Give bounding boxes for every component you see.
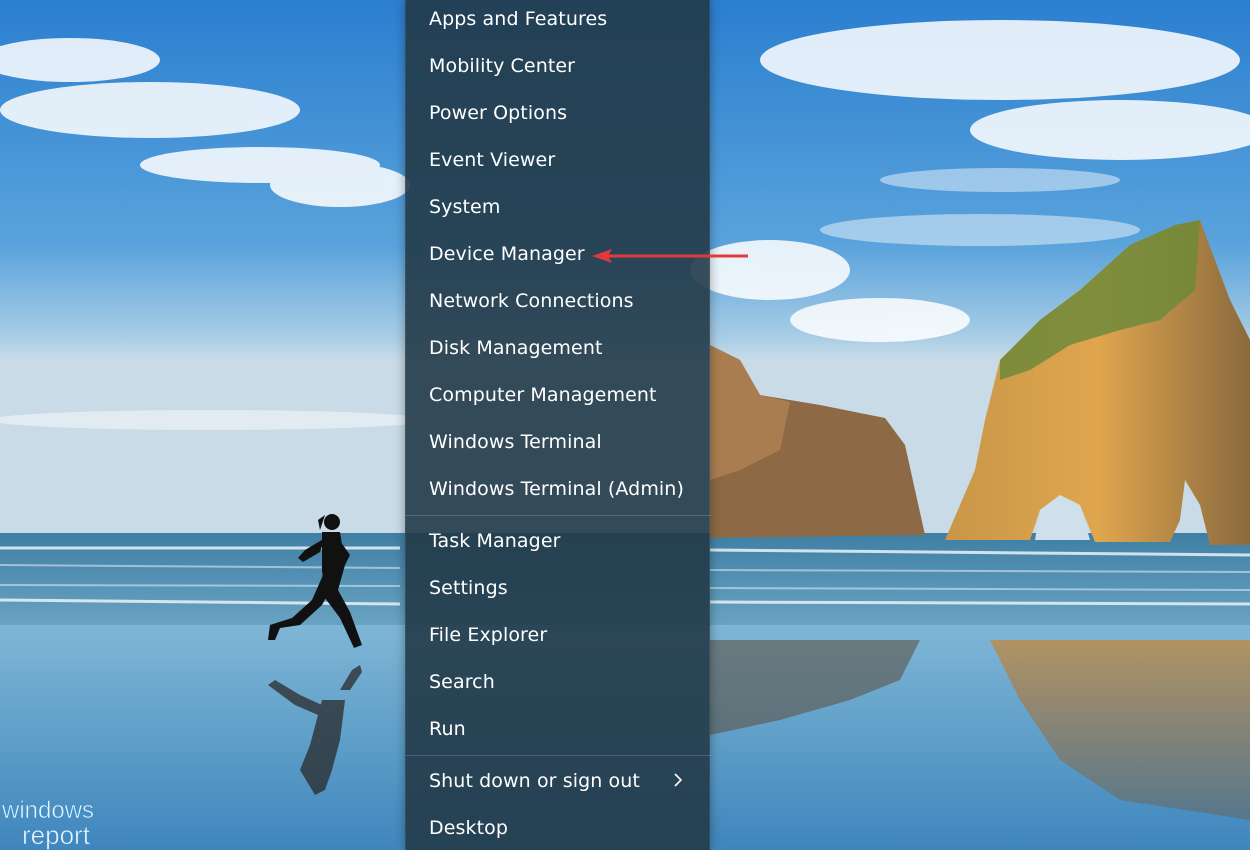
menu-item-label: File Explorer [429, 624, 548, 646]
menu-item-label: Apps and Features [429, 8, 608, 30]
menu-divider [406, 755, 711, 756]
menu-item-windows-terminal-admin[interactable]: Windows Terminal (Admin) [406, 467, 711, 511]
menu-item-network-connections[interactable]: Network Connections [406, 279, 711, 323]
menu-item-system[interactable]: System [406, 185, 711, 229]
logo-line2: report [22, 820, 91, 850]
menu-item-label: Windows Terminal (Admin) [429, 478, 684, 500]
menu-item-label: System [429, 196, 501, 218]
menu-item-label: Event Viewer [429, 149, 556, 171]
menu-item-label: Computer Management [429, 384, 657, 406]
menu-item-event-viewer[interactable]: Event Viewer [406, 138, 711, 182]
menu-item-label: Device Manager [429, 243, 585, 265]
menu-item-task-manager[interactable]: Task Manager [406, 519, 711, 563]
menu-divider [406, 515, 711, 516]
menu-item-label: Run [429, 718, 466, 740]
menu-item-shut-down-or-sign-out[interactable]: Shut down or sign out [406, 759, 711, 803]
menu-item-search[interactable]: Search [406, 660, 711, 704]
menu-item-apps-and-features[interactable]: Apps and Features [406, 0, 711, 41]
menu-item-label: Mobility Center [429, 55, 576, 77]
menu-item-label: Shut down or sign out [429, 770, 640, 792]
menu-item-mobility-center[interactable]: Mobility Center [406, 44, 711, 88]
menu-item-disk-management[interactable]: Disk Management [406, 326, 711, 370]
menu-item-settings[interactable]: Settings [406, 566, 711, 610]
menu-item-label: Windows Terminal [429, 431, 602, 453]
menu-item-run[interactable]: Run [406, 707, 711, 751]
menu-item-label: Power Options [429, 102, 568, 124]
chevron-right-icon [674, 773, 683, 787]
menu-item-power-options[interactable]: Power Options [406, 91, 711, 135]
menu-item-label: Desktop [429, 817, 509, 839]
menu-item-label: Network Connections [429, 290, 634, 312]
windows-report-logo: windows report [2, 797, 94, 850]
annotation-arrow [592, 249, 748, 263]
menu-item-windows-terminal[interactable]: Windows Terminal [406, 420, 711, 464]
desktop: Apps and Features Mobility Center Power Op… [0, 0, 1250, 850]
menu-item-file-explorer[interactable]: File Explorer [406, 613, 711, 657]
menu-item-label: Search [429, 671, 495, 693]
menu-item-label: Settings [429, 577, 508, 599]
menu-item-desktop[interactable]: Desktop [406, 806, 711, 850]
winx-context-menu: Apps and Features Mobility Center Power Op… [405, 0, 711, 850]
menu-item-computer-management[interactable]: Computer Management [406, 373, 711, 417]
menu-item-label: Task Manager [429, 530, 561, 552]
menu-item-label: Disk Management [429, 337, 603, 359]
